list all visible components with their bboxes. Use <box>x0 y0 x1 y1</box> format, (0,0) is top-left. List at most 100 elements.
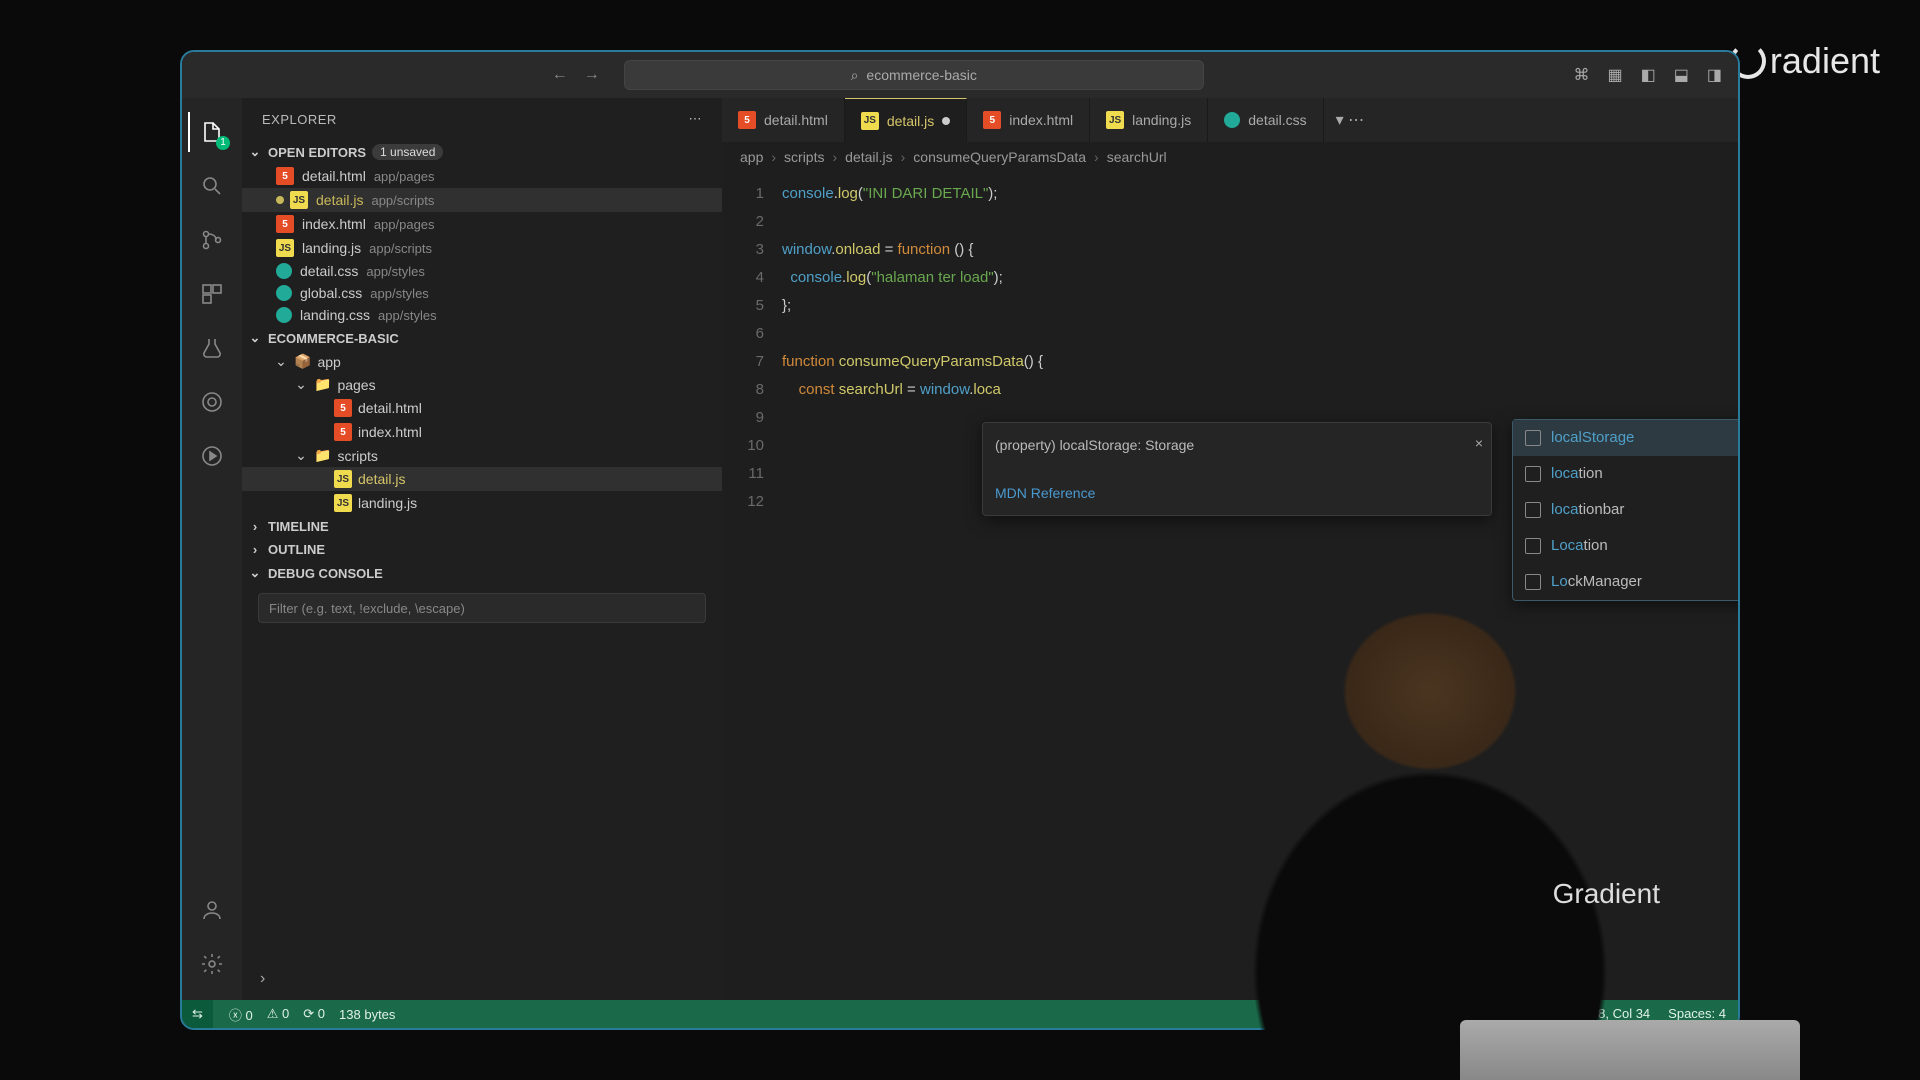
chevron-icon: ⌄ <box>294 376 308 393</box>
outline-header[interactable]: › OUTLINE <box>242 538 722 561</box>
open-editor-item[interactable]: 5detail.htmlapp/pages <box>242 164 722 188</box>
tree-item[interactable]: 5index.html <box>242 420 722 444</box>
breadcrumb-item[interactable]: scripts <box>784 149 824 165</box>
line-number: 3 <box>722 236 782 264</box>
code-line[interactable]: 2 <box>722 208 1738 236</box>
terminal-prompt-icon[interactable]: › <box>260 970 265 988</box>
activity-run[interactable] <box>188 432 236 480</box>
line-number: 2 <box>722 208 782 236</box>
tab-label: detail.css <box>1248 112 1306 128</box>
breadcrumbs[interactable]: app›scripts›detail.js›consumeQueryParams… <box>722 142 1738 172</box>
breadcrumb-item[interactable]: searchUrl <box>1107 149 1167 165</box>
line-number: 5 <box>722 292 782 320</box>
open-editors-list: 5detail.htmlapp/pages JS detail.js app/scri… <box>242 164 722 326</box>
editor-tab[interactable]: detail.css <box>1208 98 1323 142</box>
activity-profile[interactable] <box>188 378 236 426</box>
code-line[interactable]: 1console.log("INI DARI DETAIL"); <box>722 180 1738 208</box>
file-name: detail.js <box>316 192 363 208</box>
suggestion-item[interactable]: locationbar <box>1513 492 1738 528</box>
forward-icon[interactable]: → <box>580 62 604 88</box>
editor-tab[interactable]: 5index.html <box>967 98 1090 142</box>
project-header[interactable]: ⌄ ECOMMERCE-BASIC <box>242 326 722 350</box>
open-editor-item[interactable]: detail.cssapp/styles <box>242 260 722 282</box>
titlebar-right: ⌘ ▦ ◧ ⬓ ◨ <box>1570 61 1727 89</box>
activity-account[interactable] <box>188 886 236 934</box>
layout-grid-icon[interactable]: ▦ <box>1604 61 1627 89</box>
panel-bottom-icon[interactable]: ⬓ <box>1670 61 1693 89</box>
editor-tab[interactable]: 5detail.html <box>722 98 845 142</box>
project-label: ECOMMERCE-BASIC <box>268 331 399 346</box>
chevron-right-icon: › <box>248 519 262 534</box>
search-icon: ⌕ <box>851 67 859 84</box>
code-text: }; <box>782 292 1738 320</box>
close-icon[interactable]: × <box>1475 429 1483 457</box>
panel-left-icon[interactable]: ◧ <box>1637 61 1660 89</box>
line-number: 1 <box>722 180 782 208</box>
activity-testing[interactable] <box>188 324 236 372</box>
ports-count[interactable]: ⟳ 0 <box>303 1006 325 1022</box>
js-icon: JS <box>1106 111 1124 129</box>
open-editor-item[interactable]: JSlanding.jsapp/scripts <box>242 236 722 260</box>
js-icon: JS <box>276 239 294 257</box>
suggestion-item[interactable]: location <box>1513 456 1738 492</box>
remote-indicator[interactable]: ⇆ <box>182 1000 213 1028</box>
tree-item[interactable]: 5detail.html <box>242 396 722 420</box>
code-text: console.log("INI DARI DETAIL"); <box>782 180 1738 208</box>
panel-right-icon[interactable]: ◨ <box>1703 61 1726 89</box>
code-line[interactable]: 7function consumeQueryParamsData() { <box>722 348 1738 376</box>
outline-label: OUTLINE <box>268 542 325 557</box>
open-editor-item[interactable]: JSdetail.jsapp/scripts <box>242 188 722 212</box>
open-editor-item[interactable]: 5index.htmlapp/pages <box>242 212 722 236</box>
activity-explorer[interactable]: 1 <box>188 108 236 156</box>
open-editor-item[interactable]: landing.cssapp/styles <box>242 304 722 326</box>
tree-item[interactable]: JSdetail.js <box>242 467 722 491</box>
editor-tab[interactable]: JSdetail.js <box>845 98 967 142</box>
suggestion-item[interactable]: localStorage <box>1513 420 1738 456</box>
activity-search[interactable] <box>188 162 236 210</box>
open-editor-item[interactable]: global.cssapp/styles <box>242 282 722 304</box>
breadcrumb-item[interactable]: consumeQueryParamsData <box>913 149 1086 165</box>
code-line[interactable]: 8 const searchUrl = window.loca <box>722 376 1738 404</box>
tree-item[interactable]: ⌄📁pages <box>242 373 722 396</box>
timeline-header[interactable]: › TIMELINE <box>242 515 722 538</box>
tree-item-name: landing.js <box>358 495 417 511</box>
activity-settings[interactable] <box>188 940 236 988</box>
code-line[interactable]: 3window.onload = function () { <box>722 236 1738 264</box>
file-path: app/pages <box>374 169 435 184</box>
file-name: index.html <box>302 216 366 232</box>
more-icon[interactable]: ⋯ <box>689 111 703 127</box>
command-center[interactable]: ⌕ ecommerce-basic <box>624 60 1204 90</box>
code-line[interactable]: 6 <box>722 320 1738 348</box>
sidebar: EXPLORER ⋯ ⌄ OPEN EDITORS 1 unsaved 5det… <box>242 98 722 1000</box>
copilot-icon[interactable]: ⌘ <box>1570 61 1594 89</box>
titlebar: ← → ⌕ ecommerce-basic ⌘ ▦ ◧ ⬓ ◨ <box>182 52 1738 98</box>
errors-count[interactable]: ⓧ 0 <box>229 1005 253 1024</box>
file-tree: ⌄📦app⌄📁pages5detail.html5index.html⌄📁scr… <box>242 350 722 515</box>
file-path: app/scripts <box>369 241 432 256</box>
code-line[interactable]: 5}; <box>722 292 1738 320</box>
mdn-link[interactable]: MDN Reference <box>995 479 1479 507</box>
sidebar-title: EXPLORER <box>262 112 337 127</box>
breadcrumb-item[interactable]: app <box>740 149 763 165</box>
editor-tab[interactable]: JSlanding.js <box>1090 98 1208 142</box>
debug-filter-input[interactable]: Filter (e.g. text, !exclude, \escape) <box>258 593 706 623</box>
open-editors-header[interactable]: ⌄ OPEN EDITORS 1 unsaved <box>242 140 722 164</box>
unsaved-dot-icon <box>276 196 284 204</box>
tree-item-name: index.html <box>358 424 422 440</box>
line-number: 12 <box>722 488 782 516</box>
tree-item[interactable]: ⌄📁scripts <box>242 444 722 467</box>
code-line[interactable]: 4 console.log("halaman ter load"); <box>722 264 1738 292</box>
activity-scm[interactable] <box>188 216 236 264</box>
js-icon: JS <box>290 191 308 209</box>
back-icon[interactable]: ← <box>548 62 572 88</box>
tree-item[interactable]: JSlanding.js <box>242 491 722 515</box>
breadcrumb-separator: › <box>901 149 906 165</box>
tabs-overflow[interactable]: ▾ ⋯ <box>1324 98 1376 142</box>
warnings-count[interactable]: ⚠ 0 <box>267 1006 290 1022</box>
html-icon: 5 <box>276 167 294 185</box>
debug-header[interactable]: ⌄ DEBUG CONSOLE <box>242 561 722 585</box>
css-icon <box>276 285 292 301</box>
activity-extensions[interactable] <box>188 270 236 318</box>
tree-item[interactable]: ⌄📦app <box>242 350 722 373</box>
breadcrumb-item[interactable]: detail.js <box>845 149 892 165</box>
